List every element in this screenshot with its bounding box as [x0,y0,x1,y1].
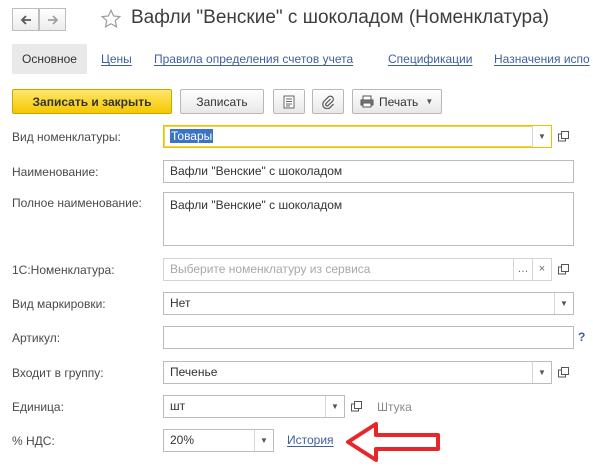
nds-dropdown[interactable]: ▼ [254,430,273,451]
tab-osnovnoe[interactable]: Основное [12,44,87,74]
printer-icon [360,95,374,108]
edinica-field[interactable]: шт ▼ [163,395,345,418]
nomenklatura-1c-field[interactable]: Выберите номенклатуру из сервиса … × [163,258,552,281]
polnoe-naimenovanie-value: Вафли "Венские" с шоколадом [170,198,343,212]
red-arrow-annotation-icon [346,422,440,462]
favorite-button[interactable] [100,8,122,33]
report-button[interactable] [273,89,305,114]
tab-specifikacii[interactable]: Спецификации [388,44,472,74]
back-button[interactable] [12,8,39,31]
edinica-dropdown[interactable]: ▼ [325,396,344,417]
save-label: Записать [196,94,248,109]
close-icon: × [538,263,546,275]
edinica-open-button[interactable] [347,395,366,418]
open-window-icon [351,401,362,412]
nomenklatura-1c-open-button[interactable] [554,258,573,281]
save-and-close-button[interactable]: Записать и закрыть [12,89,172,114]
open-window-icon [558,367,569,378]
polnoe-naimenovanie-field[interactable]: Вафли "Венские" с шоколадом [163,192,574,246]
attach-button[interactable] [312,89,344,114]
ellipsis-icon: … [517,263,529,275]
naimenovanie-value: Вафли "Венские" с шоколадом [170,164,343,178]
gruppa-label: Входит в группу: [12,366,104,380]
markirovka-dropdown[interactable]: ▼ [554,293,573,314]
vid-nomenklatury-dropdown[interactable]: ▼ [532,126,551,147]
star-outline-icon [100,8,122,28]
nomenklatura-1c-select-button[interactable]: … [513,259,532,280]
gruppa-field[interactable]: Печенье ▼ [163,361,552,384]
gruppa-dropdown[interactable]: ▼ [532,362,551,383]
markirovka-value: Нет [170,296,191,310]
save-button[interactable]: Записать [180,89,264,114]
print-label: Печать [379,94,419,109]
chevron-down-icon: ▼ [560,299,568,308]
gruppa-open-button[interactable] [554,361,573,384]
nomenklatura-1c-label: 1С:Номенклатура: [12,263,115,277]
edinica-description: Штука [377,400,412,414]
open-window-icon [558,131,569,142]
tab-pravila-scheta[interactable]: Правила определения счетов учета [154,44,353,74]
arrow-right-icon [47,14,58,25]
artikul-field[interactable] [163,326,574,349]
tab-ceny[interactable]: Цены [101,44,132,74]
open-window-icon [558,264,569,275]
edinica-label: Единица: [12,400,64,414]
naimenovanie-field[interactable]: Вафли "Венские" с шоколадом [163,160,574,183]
paperclip-icon [322,95,334,109]
chevron-down-icon: ▼ [538,132,546,141]
nomenklatura-1c-placeholder: Выберите номенклатуру из сервиса [170,262,371,276]
vid-nomenklatury-value: Товары [170,129,214,143]
artikul-help-icon[interactable]: ? [578,330,585,344]
document-list-icon [283,95,295,108]
nds-label: % НДС: [12,434,55,448]
page-title: Вафли "Венские" с шоколадом (Номенклатур… [131,7,549,28]
markirovka-label: Вид маркировки: [12,297,106,311]
chevron-down-icon: ▼ [538,368,546,377]
artikul-label: Артикул: [12,331,61,345]
print-button[interactable]: Печать ▼ [352,89,442,114]
nds-field[interactable]: 20% ▼ [163,429,274,452]
chevron-down-icon: ▼ [425,97,434,106]
gruppa-value: Печенье [170,365,218,379]
forward-button[interactable] [39,8,66,31]
nds-history-link[interactable]: История [287,433,334,447]
save-and-close-label: Записать и закрыть [32,94,152,109]
polnoe-naimenovanie-label: Полное наименование: [12,196,142,210]
markirovka-field[interactable]: Нет ▼ [163,292,574,315]
nds-value: 20% [170,433,195,447]
vid-nomenklatury-label: Вид номенклатуры: [12,130,121,144]
nomenklatura-1c-clear-button[interactable]: × [532,259,551,280]
edinica-value: шт [170,399,186,413]
chevron-down-icon: ▼ [260,436,268,445]
naimenovanie-label: Наименование: [12,165,99,179]
tab-naznacheniya[interactable]: Назначения испо [494,44,590,74]
arrow-left-icon [20,14,31,25]
vid-nomenklatury-field[interactable]: Товары ▼ [163,125,552,148]
chevron-down-icon: ▼ [331,402,339,411]
vid-nomenklatury-open-button[interactable] [554,125,573,148]
